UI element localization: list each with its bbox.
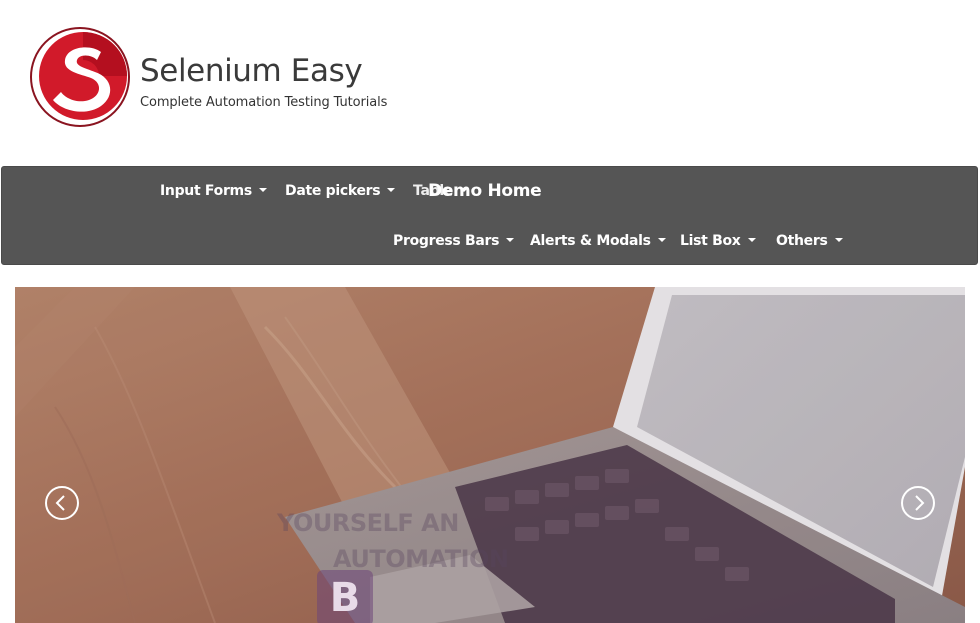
nav-input-forms[interactable]: Input Forms (160, 181, 267, 201)
nav-others-label: Others (776, 233, 828, 249)
carousel-prev-button[interactable] (45, 486, 79, 520)
caret-down-icon (747, 238, 756, 242)
carousel-next-button[interactable] (901, 486, 935, 520)
nav-demo-home[interactable]: Demo Home (428, 181, 542, 201)
bootstrap-badge: B (317, 570, 373, 623)
nav-date-pickers-label: Date pickers (285, 183, 381, 199)
nav-input-forms-label: Input Forms (160, 183, 252, 199)
caret-down-icon (506, 238, 515, 242)
caret-down-icon (834, 238, 843, 242)
nav-progress-bars[interactable]: Progress Bars (393, 231, 515, 251)
nav-alerts-modals[interactable]: Alerts & Modals (530, 231, 666, 251)
caret-down-icon (258, 188, 267, 192)
caret-down-icon (387, 188, 396, 192)
brand-subtitle: Complete Automation Testing Tutorials (140, 95, 388, 110)
nav-list-box[interactable]: List Box (680, 231, 756, 251)
nav-progress-bars-label: Progress Bars (393, 233, 500, 249)
slide-overlay-text-2: AUTOMATION (333, 545, 509, 573)
selenium-easy-logo[interactable] (29, 26, 131, 128)
hero-carousel: YOURSELF AN AUTOMATION B (15, 287, 965, 623)
chevron-left-icon (55, 495, 65, 511)
site-header: Selenium Easy Complete Automation Testin… (0, 0, 980, 166)
nav-alerts-modals-label: Alerts & Modals (530, 233, 651, 249)
caret-down-icon (657, 238, 666, 242)
nav-list-box-label: List Box (680, 233, 741, 249)
slide-overlay-text-1: YOURSELF AN (277, 509, 459, 537)
main-navbar: Input Forms Date pickers Table Demo Home… (1, 166, 978, 265)
chevron-right-icon (915, 495, 925, 511)
nav-date-pickers[interactable]: Date pickers (285, 181, 396, 201)
brand-title[interactable]: Selenium Easy (140, 52, 363, 90)
nav-others[interactable]: Others (776, 231, 843, 251)
